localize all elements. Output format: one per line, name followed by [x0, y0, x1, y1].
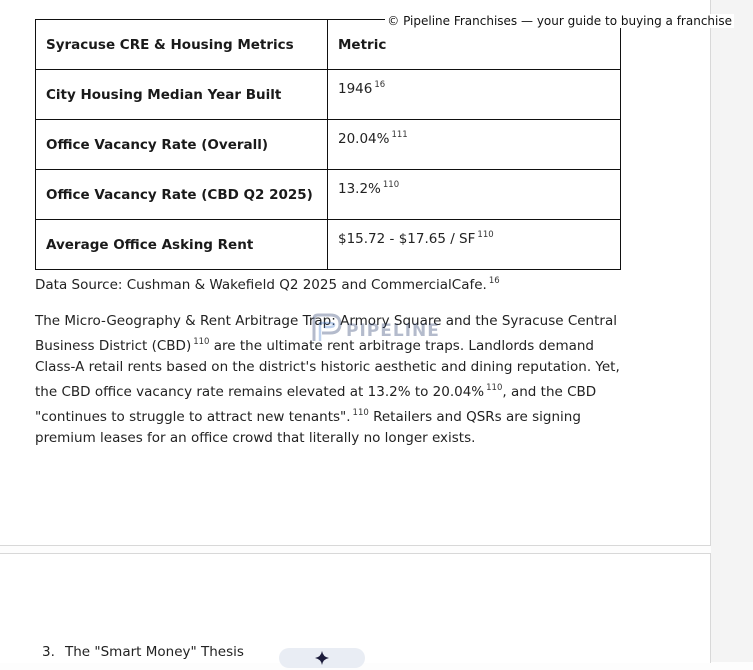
- table-cell-value: 1946 16: [327, 69, 621, 120]
- table-cell-label: Office Vacancy Rate (Overall): [35, 119, 328, 170]
- table-row: City Housing Median Year Built 1946 16: [35, 69, 621, 120]
- pipeline-logo-icon: [310, 313, 344, 348]
- value-text: 20.04%: [338, 131, 390, 147]
- logo-wordmark: PIPELINE: [346, 320, 440, 341]
- watermark-caption: © Pipeline Franchises — your guide to bu…: [385, 14, 734, 28]
- citation-ref[interactable]: 16: [374, 80, 385, 90]
- table-row: Office Vacancy Rate (Overall) 20.04% 111: [35, 119, 621, 170]
- citation-ref[interactable]: 111: [391, 130, 407, 140]
- table-cell-label: Average Office Asking Rent: [35, 219, 328, 270]
- citation-ref[interactable]: 16: [489, 276, 500, 286]
- table-cell-value: 13.2% 110: [327, 169, 621, 220]
- citation-ref[interactable]: 110: [486, 383, 502, 393]
- citation-ref[interactable]: 110: [477, 230, 493, 240]
- table-cell-label: Office Vacancy Rate (CBD Q2 2025): [35, 169, 328, 220]
- right-gutter: [711, 0, 753, 662]
- value-text: $15.72 - $17.65 / SF: [338, 231, 476, 247]
- value-text: 13.2%: [338, 181, 381, 197]
- metrics-table: Syracuse CRE & Housing Metrics Metric Ci…: [35, 19, 621, 270]
- source-text: Data Source: Cushman & Wakefield Q2 2025…: [35, 277, 487, 293]
- document-page: Syracuse CRE & Housing Metrics Metric Ci…: [0, 0, 711, 546]
- citation-ref[interactable]: 110: [383, 180, 399, 190]
- citation-ref[interactable]: 110: [353, 408, 369, 418]
- table-row: Office Vacancy Rate (CBD Q2 2025) 13.2% 1…: [35, 169, 621, 220]
- data-source-note: Data Source: Cushman & Wakefield Q2 2025…: [35, 276, 500, 293]
- value-text: 1946: [338, 81, 373, 97]
- table-row: Average Office Asking Rent $15.72 - $17.…: [35, 219, 621, 270]
- ai-assist-button[interactable]: [279, 648, 365, 668]
- table-cell-label: City Housing Median Year Built: [35, 69, 328, 120]
- list-item: 3. The "Smart Money" Thesis: [42, 644, 244, 660]
- pipeline-watermark-logo: PIPELINE: [310, 313, 440, 348]
- table-cell-value: $15.72 - $17.65 / SF 110: [327, 219, 621, 270]
- citation-ref[interactable]: 110: [193, 337, 209, 347]
- table-header-metrics: Syracuse CRE & Housing Metrics: [35, 19, 328, 70]
- sparkle-icon: [315, 648, 329, 670]
- list-item-text: The "Smart Money" Thesis: [65, 644, 244, 660]
- list-number: 3.: [42, 644, 55, 660]
- table-cell-value: 20.04% 111: [327, 119, 621, 170]
